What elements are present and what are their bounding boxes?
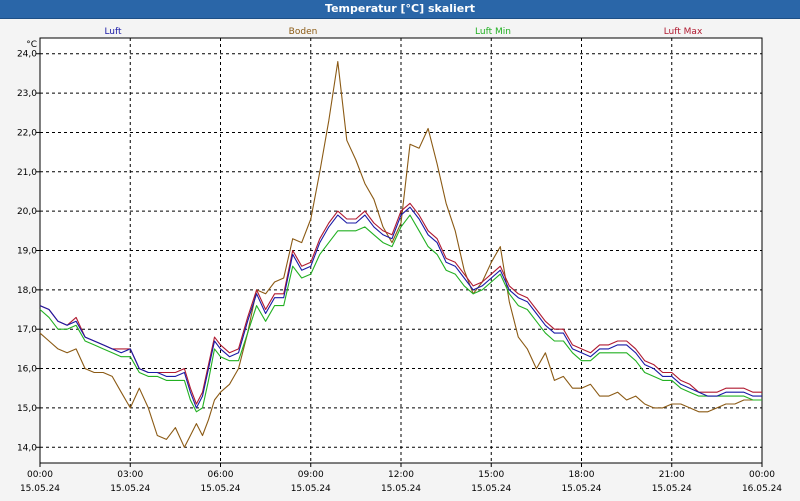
legend-entry: Luft Max xyxy=(664,27,703,37)
x-tick-label-date: 15.05.24 xyxy=(471,484,511,494)
y-tick-label: 23,0 xyxy=(17,89,37,99)
x-tick-label-time: 18:00 xyxy=(569,470,595,480)
x-tick-label-time: 06:00 xyxy=(208,470,234,480)
chart-area: 14,0 15,0 16,0 17,0 18,0 19,0 20,0 21,0 22,0 23,0… xyxy=(0,18,800,501)
x-tick-label-date: 15.05.24 xyxy=(110,484,150,494)
y-tick-label: 15,0 xyxy=(17,404,37,414)
x-tick-label-date: 15.05.24 xyxy=(561,484,601,494)
legend-entry: Luft xyxy=(104,27,122,37)
y-tick-label: 14,0 xyxy=(17,443,37,453)
y-tick-label: 21,0 xyxy=(17,168,37,178)
x-tick-label-date: 15.05.24 xyxy=(20,484,60,494)
y-tick-label: 22,0 xyxy=(17,128,37,138)
legend-entry: Luft Min xyxy=(475,27,511,37)
x-tick-label-time: 09:00 xyxy=(298,470,324,480)
chart-title: Temperatur [°C] skaliert xyxy=(0,0,800,18)
y-tick-label: 16,0 xyxy=(17,365,37,375)
x-tick-label-time: 00:00 xyxy=(749,470,775,480)
y-axis-label: °C xyxy=(26,40,37,50)
y-tick-label: 20,0 xyxy=(17,207,37,217)
x-tick-label-time: 15:00 xyxy=(478,470,504,480)
x-tick-label-time: 21:00 xyxy=(659,470,685,480)
x-tick-label-date: 15.05.24 xyxy=(652,484,692,494)
x-tick-label-date: 16.05.24 xyxy=(742,484,782,494)
y-tick-label: 24,0 xyxy=(17,50,37,60)
x-tick-label-date: 15.05.24 xyxy=(381,484,421,494)
y-tick-label: 19,0 xyxy=(17,247,37,257)
x-tick-label-time: 00:00 xyxy=(27,470,53,480)
x-tick-label-date: 15.05.24 xyxy=(291,484,331,494)
line-chart: 14,0 15,0 16,0 17,0 18,0 19,0 20,0 21,0 22,0 23,0… xyxy=(17,27,782,494)
legend-entry: Boden xyxy=(289,27,318,37)
x-tick-label-time: 12:00 xyxy=(388,470,414,480)
x-tick-label-time: 03:00 xyxy=(117,470,143,480)
y-tick-label: 17,0 xyxy=(17,325,37,335)
x-tick-label-date: 15.05.24 xyxy=(200,484,240,494)
y-tick-label: 18,0 xyxy=(17,286,37,296)
